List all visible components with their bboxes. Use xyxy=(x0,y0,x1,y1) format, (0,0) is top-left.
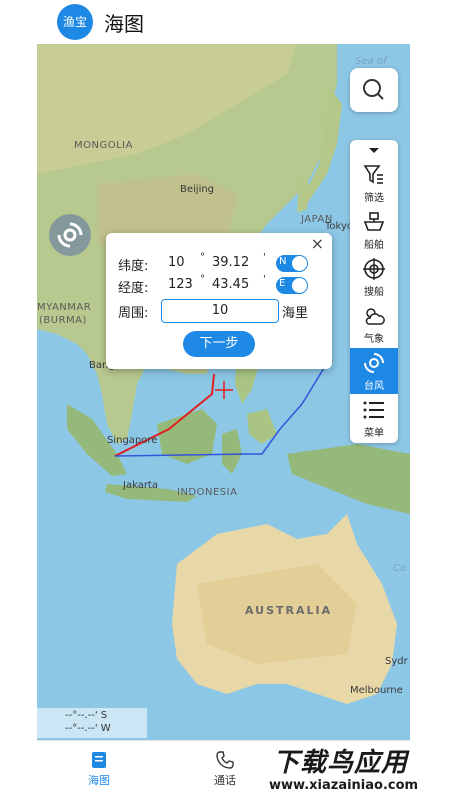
tool-filter-label: 筛选 xyxy=(364,193,384,204)
longitude-minute-unit: ' xyxy=(263,274,266,285)
filter-icon xyxy=(363,165,383,184)
coordinate-line-1: --°--.--' S xyxy=(65,710,108,721)
longitude-minutes[interactable]: 43.45 xyxy=(212,277,249,292)
latitude-label: 纬度: xyxy=(118,259,149,274)
map-label-mongolia: MONGOLIA xyxy=(74,140,133,151)
longitude-label: 经度: xyxy=(118,281,149,296)
tool-search-ship-label: 搜船 xyxy=(364,287,384,298)
latitude-degrees[interactable]: 10 xyxy=(168,255,185,270)
coordinate-dialog: × 纬度: 10 ° 39.12 ' N 经度: 123 ° 43.45 ' E… xyxy=(106,233,332,369)
map-tool-panel: 筛选 船舶 搜船 气象 台风 菜单 xyxy=(350,140,398,443)
search-icon xyxy=(363,79,384,100)
map-label-beijing: Beijing xyxy=(180,184,215,195)
chart-icon xyxy=(92,752,106,768)
menu-icon xyxy=(363,401,384,419)
map-label-melbourne: Melbourne xyxy=(350,685,403,696)
tool-weather-label: 气象 xyxy=(364,334,384,345)
map-label-sea-of: Sea of xyxy=(355,56,387,67)
map-label-burma: (BURMA) xyxy=(39,315,87,326)
map-label-coral: Co xyxy=(393,563,407,574)
nav-chart-label: 海图 xyxy=(88,774,110,787)
chevron-down-icon xyxy=(369,148,379,153)
tool-typhoon[interactable]: 台风 xyxy=(350,348,398,394)
page-title: 海图 xyxy=(104,12,144,36)
latitude-direction-toggle[interactable]: N xyxy=(276,255,308,272)
search-button[interactable] xyxy=(350,68,398,112)
nav-call-label: 通话 xyxy=(214,774,236,787)
map-label-singapore: Singapore xyxy=(107,435,158,446)
latitude-row: 纬度: 10 ° 39.12 ' N xyxy=(118,252,328,275)
nav-call[interactable]: 通话 xyxy=(195,751,255,788)
longitude-direction: E xyxy=(279,278,286,289)
latitude-direction: N xyxy=(279,256,287,267)
coordinate-line-2: --°--.--' W xyxy=(65,723,111,734)
range-input[interactable]: 10 xyxy=(161,299,279,323)
tool-menu-label: 菜单 xyxy=(364,428,384,439)
ship-icon xyxy=(363,212,385,231)
range-label: 周围: xyxy=(118,306,149,321)
typhoon-icon xyxy=(364,353,384,373)
typhoon-overlay-button[interactable] xyxy=(49,214,91,256)
collapse-button[interactable] xyxy=(350,142,398,158)
map-label-tokyo: Tokyo xyxy=(325,221,353,232)
tool-ship-label: 船舶 xyxy=(364,240,384,251)
longitude-degree-unit: ° xyxy=(200,274,205,285)
app-logo: 渔宝 xyxy=(57,4,93,40)
map-label-sydney: Sydr xyxy=(385,656,408,667)
typhoon-icon xyxy=(57,222,83,248)
latitude-minutes[interactable]: 39.12 xyxy=(212,255,249,270)
longitude-row: 经度: 123 ° 43.45 ' E xyxy=(118,274,328,297)
map-label-indonesia: INDONESIA xyxy=(177,487,238,498)
tool-filter[interactable]: 筛选 xyxy=(350,160,398,206)
watermark-title: 下载鸟应用 xyxy=(273,748,409,778)
tool-weather[interactable]: 气象 xyxy=(350,301,398,347)
longitude-degrees[interactable]: 123 xyxy=(168,277,193,292)
close-icon[interactable]: × xyxy=(311,234,324,253)
watermark: 下载鸟应用 www.xiazainiao.com xyxy=(263,738,450,800)
map-label-australia: AUSTRALIA xyxy=(245,604,333,617)
nav-chart[interactable]: 海图 xyxy=(69,751,129,788)
map-label-myanmar: MYANMAR xyxy=(37,302,92,313)
crosshair-icon xyxy=(363,258,385,280)
app-frame: 渔宝 海图 MONGOLIA Beijing JAPAN Tokyo MYANM… xyxy=(37,0,410,800)
app-header: 渔宝 海图 xyxy=(37,0,410,44)
tool-menu[interactable]: 菜单 xyxy=(350,395,398,441)
latitude-degree-unit: ° xyxy=(200,252,205,263)
weather-icon xyxy=(365,308,385,325)
phone-icon xyxy=(216,751,234,769)
tool-ship[interactable]: 船舶 xyxy=(350,207,398,253)
latitude-minute-unit: ' xyxy=(263,252,266,263)
tool-typhoon-label: 台风 xyxy=(364,381,384,392)
range-unit: 海里 xyxy=(282,306,309,321)
map-label-jakarta: Jakarta xyxy=(123,480,158,491)
tool-search-ship[interactable]: 搜船 xyxy=(350,254,398,300)
coordinate-readout: --°--.--' S --°--.--' W xyxy=(37,708,147,738)
longitude-direction-toggle[interactable]: E xyxy=(276,277,308,294)
watermark-url: www.xiazainiao.com xyxy=(269,778,419,793)
next-step-button[interactable]: 下一步 xyxy=(183,331,255,357)
